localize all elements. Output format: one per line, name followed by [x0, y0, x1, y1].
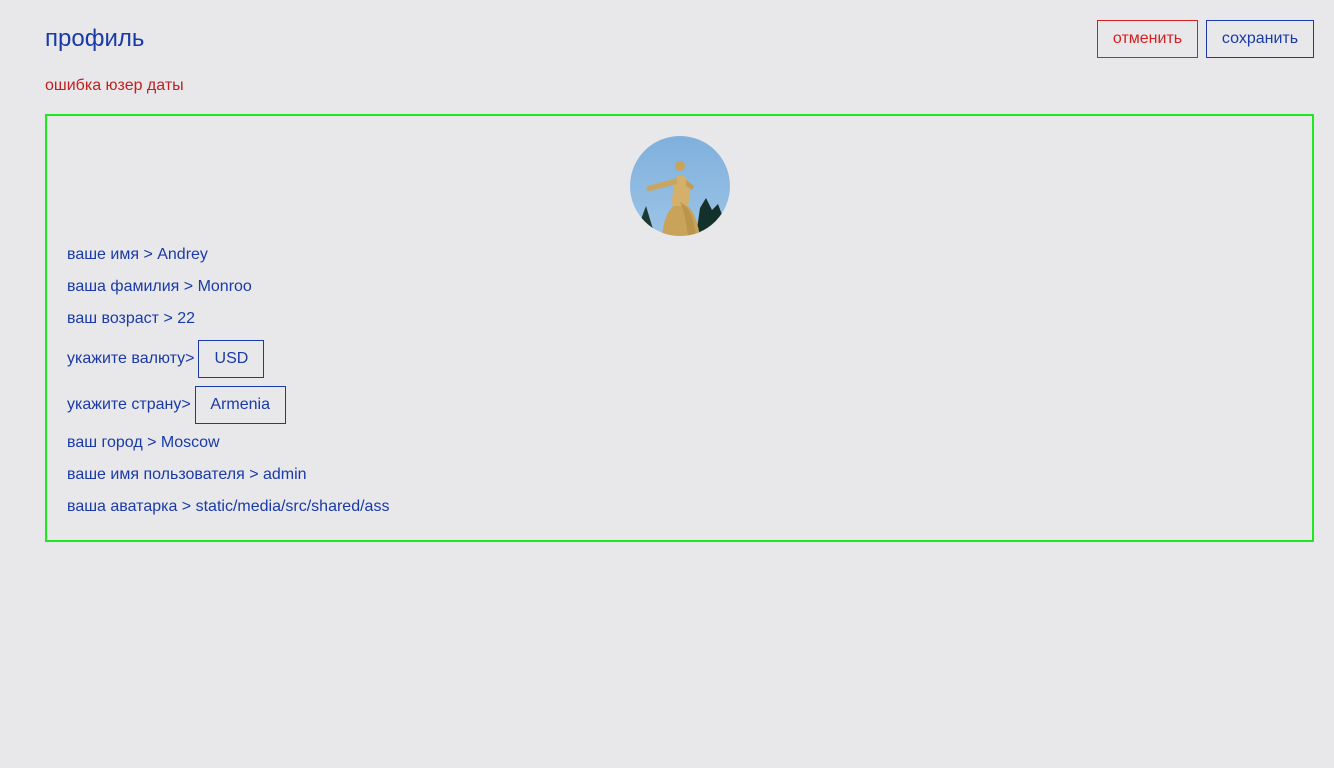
last-name-row: ваша фамилия > Monroo [67, 278, 252, 295]
avatar-image [630, 136, 730, 236]
username-row: ваше имя пользователя > admin [67, 466, 307, 483]
first-name-row: ваше имя > Andrey [67, 246, 208, 263]
avatar [630, 136, 730, 236]
avatar-path-row: ваша аватарка > static/media/src/shared/… [67, 498, 390, 515]
cancel-button[interactable]: отменить [1097, 20, 1198, 58]
country-select[interactable]: Armenia [194, 386, 286, 424]
city-row: ваш город > Moscow [67, 434, 220, 451]
error-message: ошибка юзер даты [45, 77, 184, 94]
save-button[interactable]: сохранить [1206, 20, 1314, 58]
currency-row: укажите валюту> USD [67, 340, 265, 378]
age-row: ваш возраст > 22 [67, 310, 196, 327]
profile-page: профиль отменить сохранить ошибка юзер д… [0, 0, 1334, 768]
country-row: укажите страну> Armenia [67, 386, 286, 424]
currency-label: укажите валюту> [67, 350, 195, 367]
currency-select[interactable]: USD [198, 340, 265, 378]
page-title: профиль [45, 25, 145, 52]
profile-card: ваше имя > Andrey ваша фамилия > Monroo … [45, 114, 1314, 542]
country-label: укажите страну> [67, 396, 191, 413]
